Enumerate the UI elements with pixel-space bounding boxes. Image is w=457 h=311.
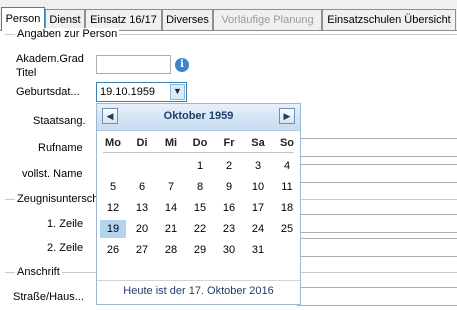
- tab-vorlaeufige-planung: Vorläufige Planung: [213, 9, 322, 30]
- label-akadem-grad: Akadem.Grad: [16, 53, 84, 65]
- calendar-weekday-separator: [103, 152, 294, 153]
- calendar-day[interactable]: 12: [100, 199, 126, 217]
- calendar-day[interactable]: 19: [100, 220, 126, 238]
- weekday-label: Mo: [105, 137, 121, 149]
- akadem-grad-input[interactable]: [96, 55, 171, 74]
- label-rufname: Rufname: [38, 142, 83, 154]
- tab-einsatz[interactable]: Einsatz 16/17: [85, 9, 162, 30]
- calendar-day[interactable]: 18: [274, 199, 300, 217]
- chevron-down-icon[interactable]: ▼: [170, 84, 185, 100]
- calendar-day[interactable]: 23: [216, 220, 242, 238]
- info-icon[interactable]: i: [175, 58, 189, 72]
- geburtsdatum-value: 19.10.1959: [100, 86, 156, 98]
- calendar-day[interactable]: 9: [216, 178, 242, 196]
- label-strasse-hausnummer: Straße/Haus...: [13, 291, 84, 303]
- label-staatsang: Staatsang.: [33, 115, 86, 127]
- calendar-day[interactable]: 4: [274, 157, 300, 175]
- label-vollst-name: vollst. Name: [22, 168, 83, 180]
- calendar-day[interactable]: 1: [187, 157, 213, 175]
- calendar-day[interactable]: 27: [129, 241, 155, 259]
- group-angaben-zur-person: Angaben zur Person: [5, 28, 457, 42]
- calendar-day[interactable]: 3: [245, 157, 271, 175]
- chevron-right-icon[interactable]: ▶: [279, 108, 295, 124]
- calendar-day[interactable]: 7: [158, 178, 184, 196]
- chevron-left-icon[interactable]: ◀: [102, 108, 118, 124]
- zeile-1-input[interactable]: [297, 214, 457, 233]
- tab-dienst[interactable]: Dienst: [45, 9, 85, 30]
- calendar-day[interactable]: 26: [100, 241, 126, 259]
- calendar-day[interactable]: 22: [187, 220, 213, 238]
- calendar-month-title[interactable]: Oktober 1959: [121, 110, 276, 123]
- calendar-day[interactable]: 21: [158, 220, 184, 238]
- calendar-day[interactable]: 28: [158, 241, 184, 259]
- calendar-day[interactable]: 15: [187, 199, 213, 217]
- calendar-day[interactable]: 31: [245, 241, 271, 259]
- calendar-day[interactable]: 14: [158, 199, 184, 217]
- tab-diverses[interactable]: Diverses: [162, 9, 213, 30]
- calendar-day[interactable]: 20: [129, 220, 155, 238]
- label-zeile-1: 1. Zeile: [47, 218, 84, 230]
- calendar-day[interactable]: 29: [187, 241, 213, 259]
- calendar-popup: ◀ Oktober 1959 ▶ Mo Di Mi Do Fr Sa So 12…: [96, 103, 301, 305]
- label-titel: Titel: [16, 67, 37, 79]
- weekday-label: So: [279, 137, 295, 149]
- calendar-footer-separator: [97, 280, 300, 281]
- geburtsdatum-date-picker[interactable]: 19.10.1959 ▼: [96, 82, 187, 102]
- tab-strip: Person Dienst Einsatz 16/17 Diverses Vor…: [0, 0, 457, 32]
- label-geburtsdatum: Geburtsdat...: [16, 86, 80, 98]
- weekday-label: Di: [136, 137, 148, 149]
- weekday-label: Fr: [223, 137, 235, 149]
- group-title-anschrift: Anschrift: [15, 266, 62, 279]
- strasse-input[interactable]: [297, 287, 457, 306]
- calendar-day[interactable]: 13: [129, 199, 155, 217]
- calendar-day[interactable]: 30: [216, 241, 242, 259]
- weekday-label: Do: [192, 137, 208, 149]
- group-title-person: Angaben zur Person: [15, 28, 120, 41]
- weekday-label: Mi: [164, 137, 178, 149]
- calendar-day[interactable]: 11: [274, 178, 300, 196]
- group-title-zeugnis: Zeugnisunterschr: [15, 193, 104, 206]
- calendar-day[interactable]: 10: [245, 178, 271, 196]
- calendar-day[interactable]: 25: [274, 220, 300, 238]
- calendar-day[interactable]: 16: [216, 199, 242, 217]
- calendar-day[interactable]: 6: [129, 178, 155, 196]
- calendar-day[interactable]: 8: [187, 178, 213, 196]
- calendar-day[interactable]: 5: [100, 178, 126, 196]
- rufname-input[interactable]: [297, 138, 457, 157]
- calendar-day[interactable]: 17: [245, 199, 271, 217]
- tab-einsatzschulen-uebersicht[interactable]: Einsatzschulen Übersicht: [322, 9, 456, 30]
- calendar-header: ◀ Oktober 1959 ▶: [97, 104, 300, 131]
- calendar-day[interactable]: 2: [216, 157, 242, 175]
- calendar-today-link[interactable]: Heute ist der 17. Oktober 2016: [97, 285, 300, 298]
- calendar-day[interactable]: 24: [245, 220, 271, 238]
- zeile-2-input[interactable]: [297, 238, 457, 257]
- weekday-label: Sa: [251, 137, 265, 149]
- label-zeile-2: 2. Zeile: [47, 242, 84, 254]
- vollst-name-input[interactable]: [297, 164, 457, 183]
